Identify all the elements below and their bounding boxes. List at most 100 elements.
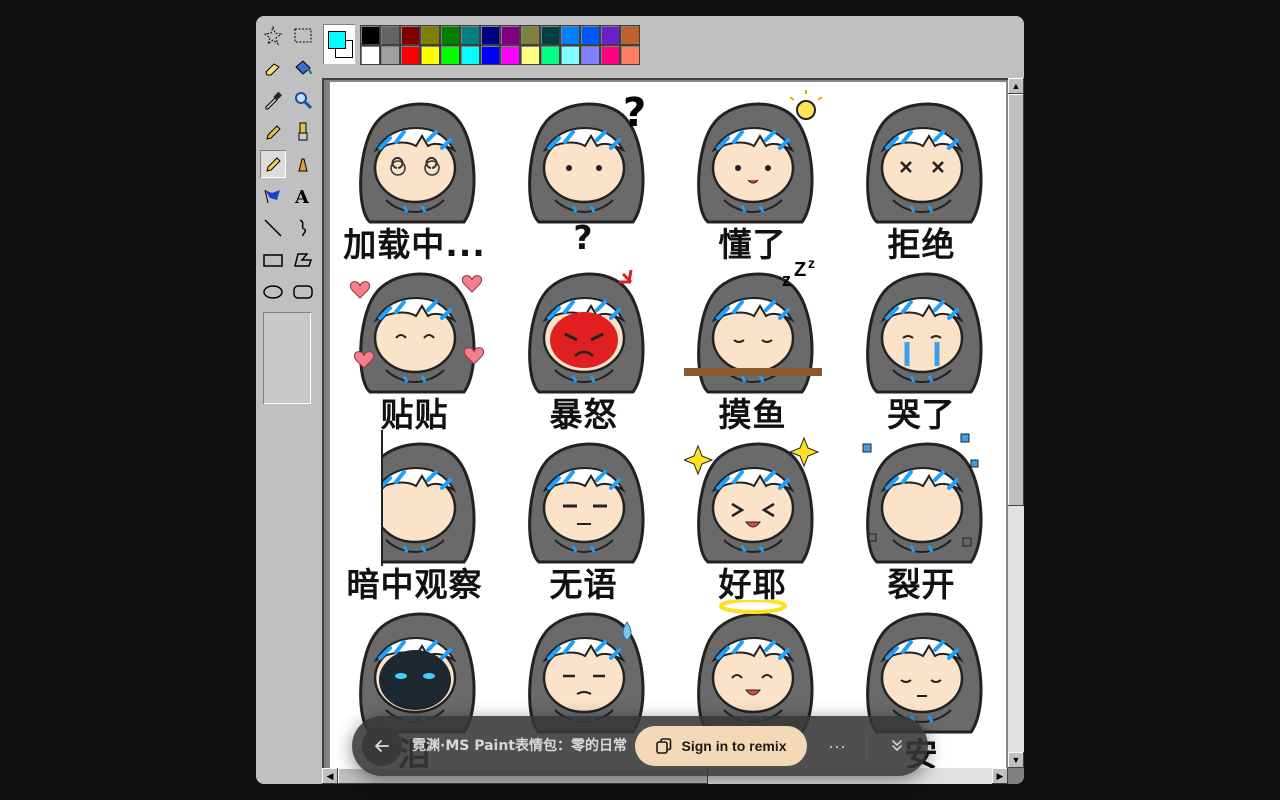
palette-swatch[interactable] (560, 45, 580, 65)
palette-swatch[interactable] (460, 45, 480, 65)
text-tool[interactable]: A (290, 182, 316, 210)
palette-swatch[interactable] (540, 45, 560, 65)
foreground-color-swatch[interactable] (328, 31, 346, 49)
question-sticker-image: ? (528, 90, 646, 224)
tool-options-box[interactable] (263, 312, 311, 404)
palette-swatch[interactable] (580, 45, 600, 65)
palette-swatch[interactable] (460, 25, 480, 45)
palette-swatch[interactable] (440, 45, 460, 65)
palette-swatch[interactable] (520, 45, 540, 65)
rectangle-icon (263, 254, 283, 267)
rect-select-icon (294, 28, 312, 43)
scroll-up-button[interactable]: ▲ (1008, 78, 1024, 94)
scroll-down-button[interactable]: ▼ (1008, 752, 1024, 768)
broken-sticker-image (862, 433, 983, 564)
highlighter-tool[interactable] (260, 150, 286, 178)
chevron-double-down-icon (892, 740, 902, 751)
idea-sticker-image (697, 90, 822, 224)
sleep-sticker-image: zZz (684, 260, 822, 394)
more-options-button[interactable]: ··· (822, 726, 852, 766)
pencil-tool[interactable] (260, 118, 286, 146)
eraser-tool[interactable] (260, 54, 286, 82)
palette-swatch[interactable] (480, 25, 500, 45)
sticker-cell: ?? (499, 82, 668, 257)
eyedropper-icon (265, 91, 282, 110)
svg-text:A: A (294, 187, 310, 207)
divider (866, 732, 867, 760)
curve-icon (299, 219, 307, 237)
sign-in-to-remix-button[interactable]: Sign in to remix (635, 726, 807, 766)
palette-swatch[interactable] (440, 25, 460, 45)
arrow-left-icon (375, 740, 389, 752)
palette-swatch[interactable] (480, 45, 500, 65)
curve-tool[interactable] (290, 214, 316, 242)
drawing-canvas[interactable]: 加载中...??懂了拒绝贴贴暴怒zZz摸鱼哭了暗中观察无语好耶裂开泪安 (330, 82, 1006, 768)
palette-swatch[interactable] (540, 25, 560, 45)
line-tool[interactable] (260, 214, 286, 242)
free-form-select-tool[interactable] (260, 22, 286, 50)
yay-sticker-image (684, 436, 820, 564)
pencil-icon (266, 125, 281, 140)
palette-swatch[interactable] (520, 25, 540, 45)
canvas-area: 加载中...??懂了拒绝贴贴暴怒zZz摸鱼哭了暗中观察无语好耶裂开泪安 ▲ ▼ … (322, 78, 1024, 784)
paint-bucket-icon (295, 60, 312, 75)
highlighter-icon (266, 157, 281, 172)
sticker-cell: 暴怒 (499, 252, 668, 434)
toolbox: A (256, 16, 320, 784)
palette-swatch[interactable] (500, 45, 520, 65)
polygon-tool[interactable] (290, 246, 316, 274)
refuse-sticker-image (866, 102, 983, 224)
palette-swatch[interactable] (420, 25, 440, 45)
ellipse-tool[interactable] (260, 278, 286, 306)
palette-swatch[interactable] (360, 45, 380, 65)
palette-swatch[interactable] (400, 25, 420, 45)
palette-swatch[interactable] (580, 25, 600, 45)
angry-sticker-image (528, 269, 645, 394)
remix-toolbar: 霓渊·MS Paint表情包：零的日常 Sign in to remix ··· (352, 716, 928, 776)
back-button[interactable] (362, 726, 402, 766)
magnifier-icon (295, 92, 313, 110)
current-colors[interactable] (323, 24, 355, 64)
palette-swatch[interactable] (380, 25, 400, 45)
palette-swatch[interactable] (400, 45, 420, 65)
dizzy-sticker-image (359, 102, 476, 224)
rounded-rectangle-tool[interactable] (290, 278, 316, 306)
sticker-cell: 懂了 (668, 82, 837, 264)
vertical-scrollbar[interactable]: ▲ ▼ (1008, 78, 1024, 768)
brush-tool[interactable] (290, 118, 316, 146)
scroll-right-button[interactable]: ▶ (992, 768, 1008, 784)
rounded-rectangle-icon (293, 285, 313, 299)
vertical-scroll-thumb[interactable] (1008, 94, 1024, 506)
palette-swatch[interactable] (600, 25, 620, 45)
palette-swatch[interactable] (420, 45, 440, 65)
page-title: 霓渊·MS Paint表情包：零的日常 (412, 738, 627, 754)
collapse-button[interactable] (882, 726, 912, 766)
sticker-cell: 贴贴 (330, 252, 499, 434)
text-a-icon: A (294, 187, 310, 207)
color-picker-tool[interactable] (260, 86, 286, 114)
palette-swatch[interactable] (380, 45, 400, 65)
sticker-cell: 裂开 (837, 422, 1006, 604)
brush-icon (298, 122, 308, 141)
airbrush-tool[interactable] (290, 150, 316, 178)
rectangle-tool[interactable] (260, 246, 286, 274)
sticker-cell: 拒绝 (837, 82, 1006, 264)
cry-sticker-image (866, 272, 983, 394)
flag-brush-icon (264, 189, 280, 204)
palette-swatch[interactable] (560, 25, 580, 45)
line-icon (264, 219, 282, 237)
svg-text:z: z (782, 270, 791, 290)
fill-tool[interactable] (290, 54, 316, 82)
svg-text:Z: Z (794, 260, 806, 281)
palette-swatch[interactable] (500, 25, 520, 45)
star-select-icon (263, 25, 283, 46)
scroll-left-button[interactable]: ◀ (322, 768, 338, 784)
color-brush-tool[interactable] (260, 182, 286, 210)
palette-swatch[interactable] (620, 25, 640, 45)
palette-swatch[interactable] (360, 25, 380, 45)
copy-icon (656, 738, 672, 754)
rect-select-tool[interactable] (290, 22, 316, 50)
palette-swatch[interactable] (600, 45, 620, 65)
magnifier-tool[interactable] (290, 86, 316, 114)
palette-swatch[interactable] (620, 45, 640, 65)
